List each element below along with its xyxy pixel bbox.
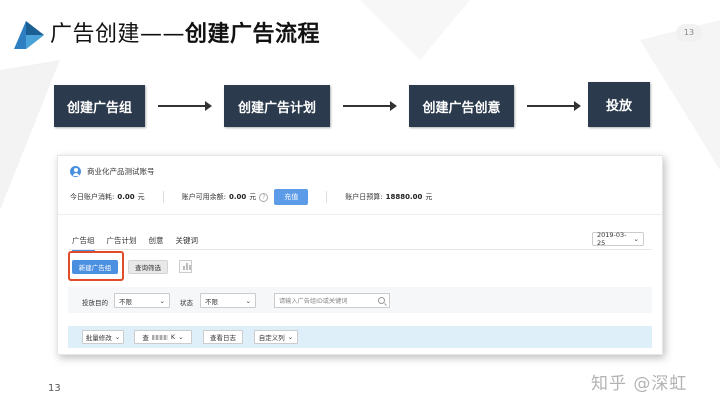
recharge-button[interactable]: 充值 — [274, 189, 309, 205]
account-stats: 今日账户消耗: 0.00 元 账户可用余额: 0.00 元 ? 充值 账户日预算… — [70, 189, 650, 205]
query-suffix: K — [170, 333, 176, 341]
chevron-down-icon: ⌄ — [287, 333, 294, 341]
section-divider — [58, 214, 662, 215]
available-label: 账户可用余额: — [181, 193, 226, 201]
today-spend-value: 0.00 — [117, 193, 135, 201]
unit-label: 元 — [137, 193, 145, 201]
new-ad-group-button[interactable]: 新建广告组 — [72, 260, 118, 274]
date-value: 2019-03-25 — [597, 231, 627, 247]
avatar-icon — [70, 166, 81, 177]
goal-label: 投放目的 — [82, 299, 108, 307]
page-title: 广告创建——创建广告流程 — [50, 20, 320, 50]
batch-edit-label: 批量修改 — [85, 334, 112, 342]
unit-label: 元 — [249, 193, 257, 201]
search-placeholder: 请输入广告组ID或关键词 — [279, 298, 348, 305]
redacted-text — [151, 334, 168, 340]
divider — [162, 191, 164, 203]
divider — [326, 191, 328, 203]
tabs-divider — [68, 249, 652, 250]
query-dropdown-button[interactable]: 查 K ⌄ — [134, 330, 192, 344]
today-spend-label: 今日账户消耗: — [70, 193, 115, 201]
available-value: 0.00 — [229, 193, 247, 201]
title-prefix: 广告创建—— — [50, 22, 186, 47]
available-balance: 账户可用余额: 0.00 元 ? — [182, 192, 269, 202]
daily-budget-value: 18880.00 — [385, 193, 423, 201]
page-badge: 13 — [676, 24, 702, 42]
flow-arrow-icon — [158, 101, 212, 111]
flow-step-create-group: 创建广告组 — [54, 85, 145, 127]
daily-budget: 账户日预算: 18880.00 元 — [345, 192, 432, 202]
chevron-down-icon: ⌄ — [178, 333, 184, 341]
custom-columns-button[interactable]: 自定义列 ⌄ — [254, 330, 298, 344]
search-icon[interactable] — [378, 297, 385, 304]
chart-icon[interactable] — [179, 260, 192, 273]
custom-columns-label: 自定义列 — [258, 334, 285, 342]
status-select[interactable]: 不限 ⌄ — [200, 293, 256, 308]
flow-step-create-creative: 创建广告创意 — [409, 85, 514, 127]
brand-logo-icon — [14, 21, 44, 49]
help-icon[interactable]: ? — [259, 192, 269, 202]
flow-step-create-plan: 创建广告计划 — [224, 85, 330, 127]
account-name: 商业化产品测试账号 — [87, 167, 155, 176]
watermark: 知乎 @深虹 — [591, 374, 688, 394]
chevron-down-icon: ⌄ — [245, 296, 251, 305]
status-value: 不限 — [205, 297, 218, 306]
title-bold: 创建广告流程 — [185, 22, 321, 47]
chevron-down-icon: ⌄ — [159, 296, 165, 305]
date-picker[interactable]: 2019-03-25 ⌄ — [592, 231, 644, 247]
chevron-down-icon: ⌄ — [633, 235, 639, 243]
account-header: 商业化产品测试账号 — [70, 166, 155, 177]
page-number: 13 — [48, 383, 61, 394]
flow-arrow-icon — [527, 101, 581, 111]
ads-console-screenshot: 商业化产品测试账号 今日账户消耗: 0.00 元 账户可用余额: 0.00 元 … — [57, 155, 663, 355]
batch-edit-button[interactable]: 批量修改 ⌄ — [82, 330, 124, 344]
goal-select[interactable]: 不限 ⌄ — [114, 293, 170, 308]
query-filter-button[interactable]: 查询筛选 — [128, 260, 168, 274]
flow-step-launch: 投放 — [588, 82, 650, 127]
view-log-button[interactable]: 查看日志 — [203, 330, 243, 344]
chevron-down-icon: ⌄ — [114, 333, 121, 341]
status-label: 状态 — [180, 299, 193, 307]
unit-label: 元 — [425, 193, 433, 201]
flow-arrow-icon — [343, 101, 397, 111]
today-spend: 今日账户消耗: 0.00 元 — [70, 192, 145, 202]
search-input[interactable]: 请输入广告组ID或关键词 — [274, 293, 390, 308]
goal-value: 不限 — [119, 297, 132, 306]
query-prefix: 查 — [142, 334, 149, 342]
daily-budget-label: 账户日预算: — [345, 193, 383, 201]
slide: 广告创建——创建广告流程 13 创建广告组 创建广告计划 创建广告创意 投放 商… — [0, 0, 720, 410]
